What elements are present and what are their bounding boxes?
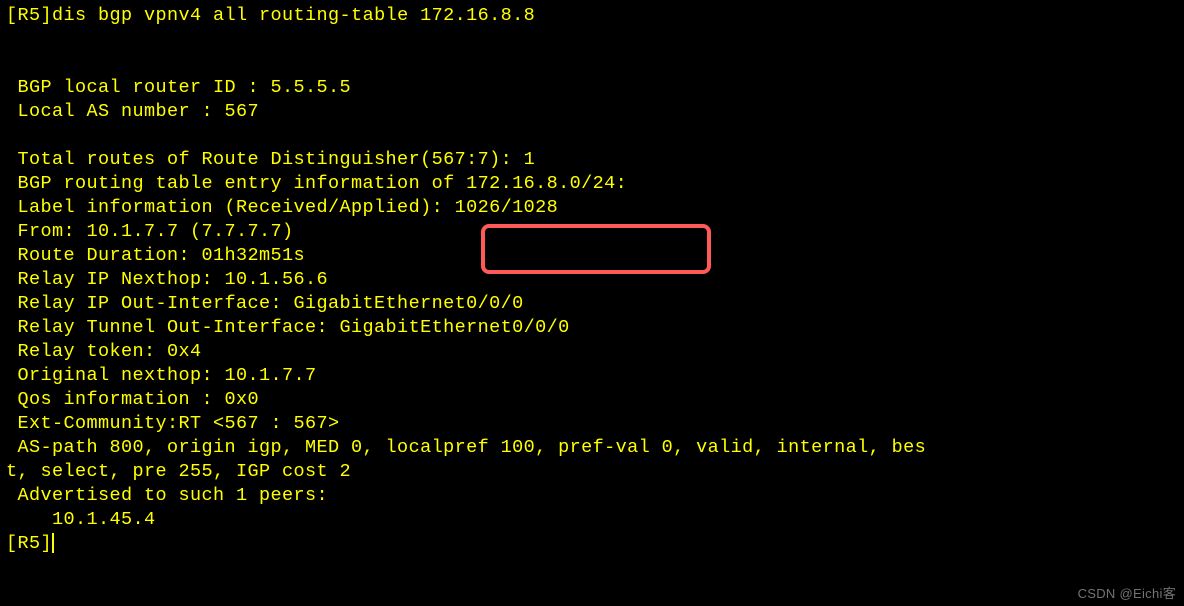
label-info-value: 1026/1028	[455, 197, 559, 218]
output-line: BGP local router ID : 5.5.5.5	[6, 77, 351, 98]
output-line: Qos information : 0x0	[6, 389, 259, 410]
output-line: Advertised to such 1 peers:	[6, 485, 328, 506]
output-line: Total routes of Route Distinguisher(567:…	[6, 149, 535, 170]
output-line: 10.1.45.4	[6, 509, 156, 530]
output-line: Relay IP Out-Interface: GigabitEthernet0…	[6, 293, 524, 314]
output-line: Route Duration: 01h32m51s	[6, 245, 305, 266]
output-line: Original nexthop: 10.1.7.7	[6, 365, 317, 386]
output-line: AS-path 800, origin igp, MED 0, localpre…	[6, 437, 926, 458]
command-text: dis bgp vpnv4 all routing-table 172.16.8…	[52, 5, 535, 26]
watermark-text: CSDN @Eichi客	[1078, 583, 1176, 602]
output-line: t, select, pre 255, IGP cost 2	[6, 461, 351, 482]
output-line: From: 10.1.7.7 (7.7.7.7)	[6, 221, 294, 242]
label-info-line: Label information (Received/Applied): 10…	[6, 197, 558, 218]
prompt: [R5]	[6, 533, 52, 554]
output-line: BGP routing table entry information of 1…	[6, 173, 627, 194]
output-line: Local AS number : 567	[6, 101, 259, 122]
output-line: Relay token: 0x4	[6, 341, 202, 362]
output-line: Relay Tunnel Out-Interface: GigabitEther…	[6, 317, 570, 338]
prompt: [R5]	[6, 5, 52, 26]
output-line: Relay IP Nexthop: 10.1.56.6	[6, 269, 328, 290]
output-line: Ext-Community:RT <567 : 567>	[6, 413, 340, 434]
terminal-output[interactable]: [R5]dis bgp vpnv4 all routing-table 172.…	[0, 0, 1184, 560]
cursor	[52, 533, 54, 553]
